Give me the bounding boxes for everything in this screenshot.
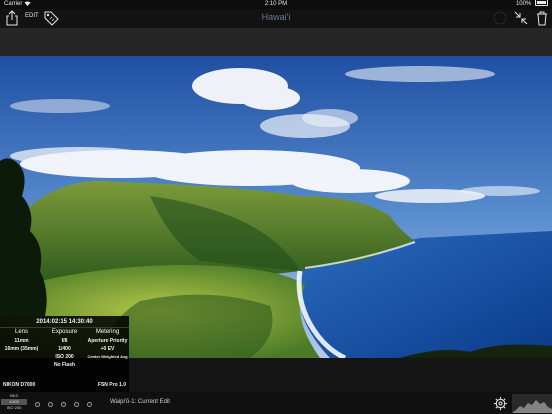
exif-exposure-column: Exposure f/8 1/400 ISO 200 No Flash bbox=[43, 329, 86, 369]
exif-lens-header: Lens bbox=[14, 329, 28, 335]
status-battery: 100% bbox=[516, 0, 548, 9]
album-title: Hawai'i bbox=[261, 12, 291, 22]
exif-shutter: 1/400 bbox=[58, 346, 71, 352]
thumb-iso: ISO 200 bbox=[6, 405, 22, 410]
trash-icon[interactable] bbox=[534, 10, 550, 26]
exif-focal-35mm: 16mm (35mm) bbox=[4, 346, 39, 352]
exif-exposure-header: Exposure bbox=[51, 329, 78, 335]
top-toolbar: EDIT Hawai'i bbox=[0, 9, 552, 28]
status-time: 2:10 PM bbox=[264, 1, 288, 7]
exif-firmware: FSN Pro 1.0 bbox=[97, 382, 126, 388]
exif-panel: 2014:02:15 14:30:40 Lens 11mm 16mm (35mm… bbox=[0, 316, 129, 392]
exif-ev: +0 EV bbox=[100, 346, 115, 352]
exif-iso: ISO 200 bbox=[55, 354, 74, 360]
exif-metering-header: Metering bbox=[95, 329, 120, 335]
current-edit-label: Waipi'ō-1: Current Edit bbox=[110, 399, 170, 405]
exif-metering-mode: Center Weighted Avg bbox=[87, 354, 128, 359]
exif-metering-column: Metering Aperture Priority +0 EV Center … bbox=[86, 329, 129, 361]
page-dot-3[interactable] bbox=[61, 402, 66, 407]
battery-percent: 100% bbox=[515, 1, 532, 8]
page-dot-1[interactable] bbox=[35, 402, 40, 407]
exif-flash: No Flash bbox=[53, 362, 76, 368]
exif-divider bbox=[0, 327, 129, 328]
histogram-thumbnail[interactable] bbox=[512, 394, 552, 413]
current-thumbnail[interactable]: f/8.0 1/400 ISO 200 bbox=[0, 393, 28, 413]
gear-icon[interactable] bbox=[493, 396, 508, 411]
main-photo[interactable] bbox=[0, 56, 552, 358]
page-dot-4[interactable] bbox=[74, 402, 79, 407]
exif-program: Aperture Priority bbox=[87, 338, 128, 344]
filmstrip-bar: f/8.0 1/400 ISO 200 Waipi'ō-1: Current E… bbox=[0, 392, 552, 414]
circle-placeholder-icon[interactable] bbox=[492, 10, 508, 26]
battery-icon bbox=[535, 0, 548, 6]
page-dot-5[interactable] bbox=[87, 402, 92, 407]
collapse-icon[interactable] bbox=[513, 10, 529, 26]
exif-lens-column: Lens 11mm 16mm (35mm) bbox=[0, 329, 43, 353]
exif-focal-length: 11mm bbox=[14, 338, 29, 344]
exif-aperture: f/8 bbox=[61, 338, 68, 344]
page-dot-2[interactable] bbox=[48, 402, 53, 407]
status-bar: Carrier 2:10 PM 100% bbox=[0, 0, 552, 9]
toolbar-spacer bbox=[0, 28, 552, 56]
exif-datetime: 2014:02:15 14:30:40 bbox=[36, 319, 93, 325]
exif-camera: NIKON D7000 bbox=[3, 382, 36, 388]
